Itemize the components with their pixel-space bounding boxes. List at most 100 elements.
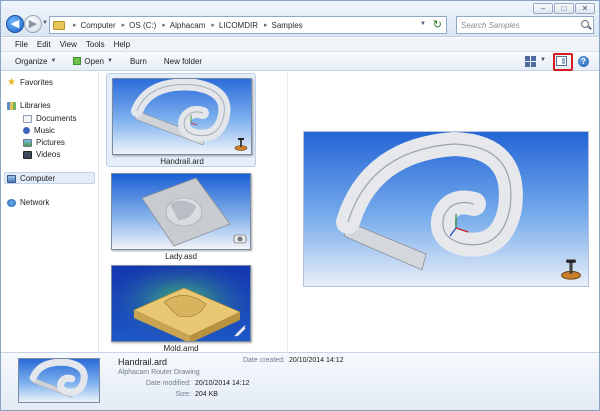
help-button[interactable]: ? bbox=[578, 56, 589, 67]
open-icon bbox=[73, 57, 82, 65]
menu-edit[interactable]: Edit bbox=[37, 40, 51, 49]
breadcrumb-os-drive[interactable]: OS (C:) bbox=[129, 21, 156, 30]
menu-file[interactable]: File bbox=[15, 40, 28, 49]
view-grid-icon bbox=[525, 62, 530, 67]
sidebar-item-documents[interactable]: Documents bbox=[23, 113, 76, 124]
chevron-down-icon: ▼ bbox=[107, 58, 113, 64]
sidebar-item-label: Documents bbox=[36, 114, 77, 123]
window-controls: – □ ✕ bbox=[532, 3, 595, 14]
star-icon: ★ bbox=[7, 76, 16, 88]
chevron-right-icon[interactable]: ▸ bbox=[264, 21, 268, 29]
chevron-right-icon[interactable]: ▸ bbox=[122, 21, 126, 29]
sidebar-item-label: Network bbox=[20, 198, 50, 207]
details-file-name: Handrail.ard bbox=[118, 357, 168, 367]
open-button[interactable]: Open ▼ bbox=[73, 57, 113, 66]
maximize-button[interactable]: □ bbox=[554, 3, 574, 14]
sidebar-item-music[interactable]: Music bbox=[23, 125, 55, 136]
sidebar-item-label: Videos bbox=[36, 150, 61, 159]
menu-tools[interactable]: Tools bbox=[86, 40, 105, 49]
date-created-value: 20/10/2014 14:12 bbox=[289, 357, 344, 364]
details-thumbnail bbox=[18, 358, 100, 403]
navigation-pane: ★ Favorites Libraries Documents Music Pi… bbox=[1, 72, 99, 352]
file-thumbnail bbox=[112, 78, 252, 155]
refresh-icon[interactable]: ↻ bbox=[433, 18, 442, 31]
breadcrumb-alphacam[interactable]: Alphacam bbox=[170, 21, 206, 30]
alphacam-icon bbox=[234, 138, 248, 151]
search-placeholder: Search Samples bbox=[461, 20, 520, 30]
file-thumbnail bbox=[111, 173, 251, 250]
file-item-handrail[interactable]: Handrail.ard bbox=[106, 73, 256, 167]
file-item-lady[interactable]: Lady.asd bbox=[106, 169, 256, 263]
sidebar-item-pictures[interactable]: Pictures bbox=[23, 137, 65, 148]
document-icon bbox=[23, 114, 32, 123]
details-file-type: Alphacam Router Drawing bbox=[118, 369, 200, 376]
new-folder-button[interactable]: New folder bbox=[164, 57, 202, 66]
title-bar: – □ ✕ ◀ ▶ ▼ ▸ Computer ▸ OS (C:) ▸ Alpha… bbox=[1, 1, 599, 37]
search-icon bbox=[581, 20, 589, 28]
pictures-icon bbox=[23, 138, 32, 147]
change-view-button[interactable] bbox=[525, 56, 537, 67]
file-name: Handrail.ard bbox=[160, 157, 204, 166]
handrail-model-image bbox=[29, 359, 88, 398]
chevron-down-icon[interactable]: ▼ bbox=[420, 21, 426, 27]
breadcrumb-licomdir[interactable]: LICOMDIR bbox=[219, 21, 258, 30]
sidebar-item-computer[interactable]: Computer bbox=[7, 173, 55, 184]
file-item-mold[interactable]: Mold.amd bbox=[106, 261, 256, 355]
chevron-down-icon[interactable]: ▼ bbox=[540, 57, 546, 63]
close-button[interactable]: ✕ bbox=[575, 3, 595, 14]
chevron-right-icon[interactable]: ▸ bbox=[162, 21, 166, 29]
sidebar-item-videos[interactable]: Videos bbox=[23, 149, 60, 160]
view-grid-icon bbox=[531, 56, 536, 61]
explorer-window: – □ ✕ ◀ ▶ ▼ ▸ Computer ▸ OS (C:) ▸ Alpha… bbox=[0, 0, 600, 411]
sidebar-item-label: Computer bbox=[20, 174, 56, 183]
chevron-right-icon[interactable]: ▸ bbox=[211, 21, 215, 29]
command-bar: Organize ▼ Open ▼ Burn New folder ▼ ? bbox=[1, 51, 599, 71]
chevron-right-icon[interactable]: ▸ bbox=[73, 21, 77, 29]
mold-model-image bbox=[112, 266, 250, 341]
sidebar-item-network[interactable]: Network bbox=[7, 197, 49, 208]
folder-icon bbox=[53, 20, 65, 30]
breadcrumb-computer[interactable]: Computer bbox=[81, 21, 116, 30]
open-label: Open bbox=[84, 56, 104, 66]
sidebar-item-favorites[interactable]: ★ Favorites bbox=[7, 77, 53, 88]
chevron-down-icon: ▼ bbox=[50, 58, 57, 64]
videos-icon bbox=[23, 150, 32, 159]
search-input[interactable]: Search Samples bbox=[456, 16, 594, 34]
back-button[interactable]: ◀ bbox=[6, 15, 24, 33]
size-value: 204 KB bbox=[195, 391, 218, 398]
view-grid-icon bbox=[525, 56, 530, 61]
date-modified-label: Date modified: bbox=[145, 380, 191, 387]
preview-pane bbox=[289, 72, 599, 352]
breadcrumb-samples[interactable]: Samples bbox=[272, 21, 303, 30]
organize-label: Organize bbox=[15, 56, 48, 66]
preview-image bbox=[303, 131, 589, 287]
recent-pages-dropdown[interactable]: ▼ bbox=[42, 20, 48, 26]
organize-button[interactable]: Organize ▼ bbox=[15, 57, 56, 66]
computer-icon bbox=[7, 174, 16, 183]
file-name: Lady.asd bbox=[165, 252, 197, 261]
highlight-annotation bbox=[553, 53, 573, 71]
forward-button[interactable]: ▶ bbox=[24, 15, 42, 33]
view-grid-icon bbox=[531, 62, 536, 67]
sidebar-item-label: Favorites bbox=[20, 78, 53, 87]
details-pane: Handrail.ard Alphacam Router Drawing Dat… bbox=[1, 352, 599, 410]
sidebar-item-label: Music bbox=[34, 126, 55, 135]
menu-view[interactable]: View bbox=[60, 40, 77, 49]
music-icon bbox=[23, 127, 30, 134]
sidebar-item-libraries[interactable]: Libraries bbox=[7, 100, 51, 111]
arrow-right-icon: ▶ bbox=[28, 18, 38, 30]
arrow-left-icon: ◀ bbox=[10, 18, 20, 30]
address-bar[interactable]: ▸ Computer ▸ OS (C:) ▸ Alphacam ▸ LICOMD… bbox=[49, 16, 447, 34]
burn-button[interactable]: Burn bbox=[130, 57, 147, 66]
menu-help[interactable]: Help bbox=[114, 40, 130, 49]
date-created-label: Date created: bbox=[242, 357, 285, 364]
lady-relief-image bbox=[141, 177, 231, 247]
file-thumbnail bbox=[111, 265, 251, 342]
menu-bar: File Edit View Tools Help bbox=[1, 38, 599, 51]
sidebar-item-label: Pictures bbox=[36, 138, 65, 147]
minimize-button[interactable]: – bbox=[533, 3, 553, 14]
libraries-icon bbox=[7, 101, 16, 110]
size-label: Size: bbox=[175, 391, 191, 398]
file-list: Handrail.ard Lady.asd Mold.amd bbox=[100, 72, 288, 355]
handrail-preview-image bbox=[336, 132, 523, 271]
